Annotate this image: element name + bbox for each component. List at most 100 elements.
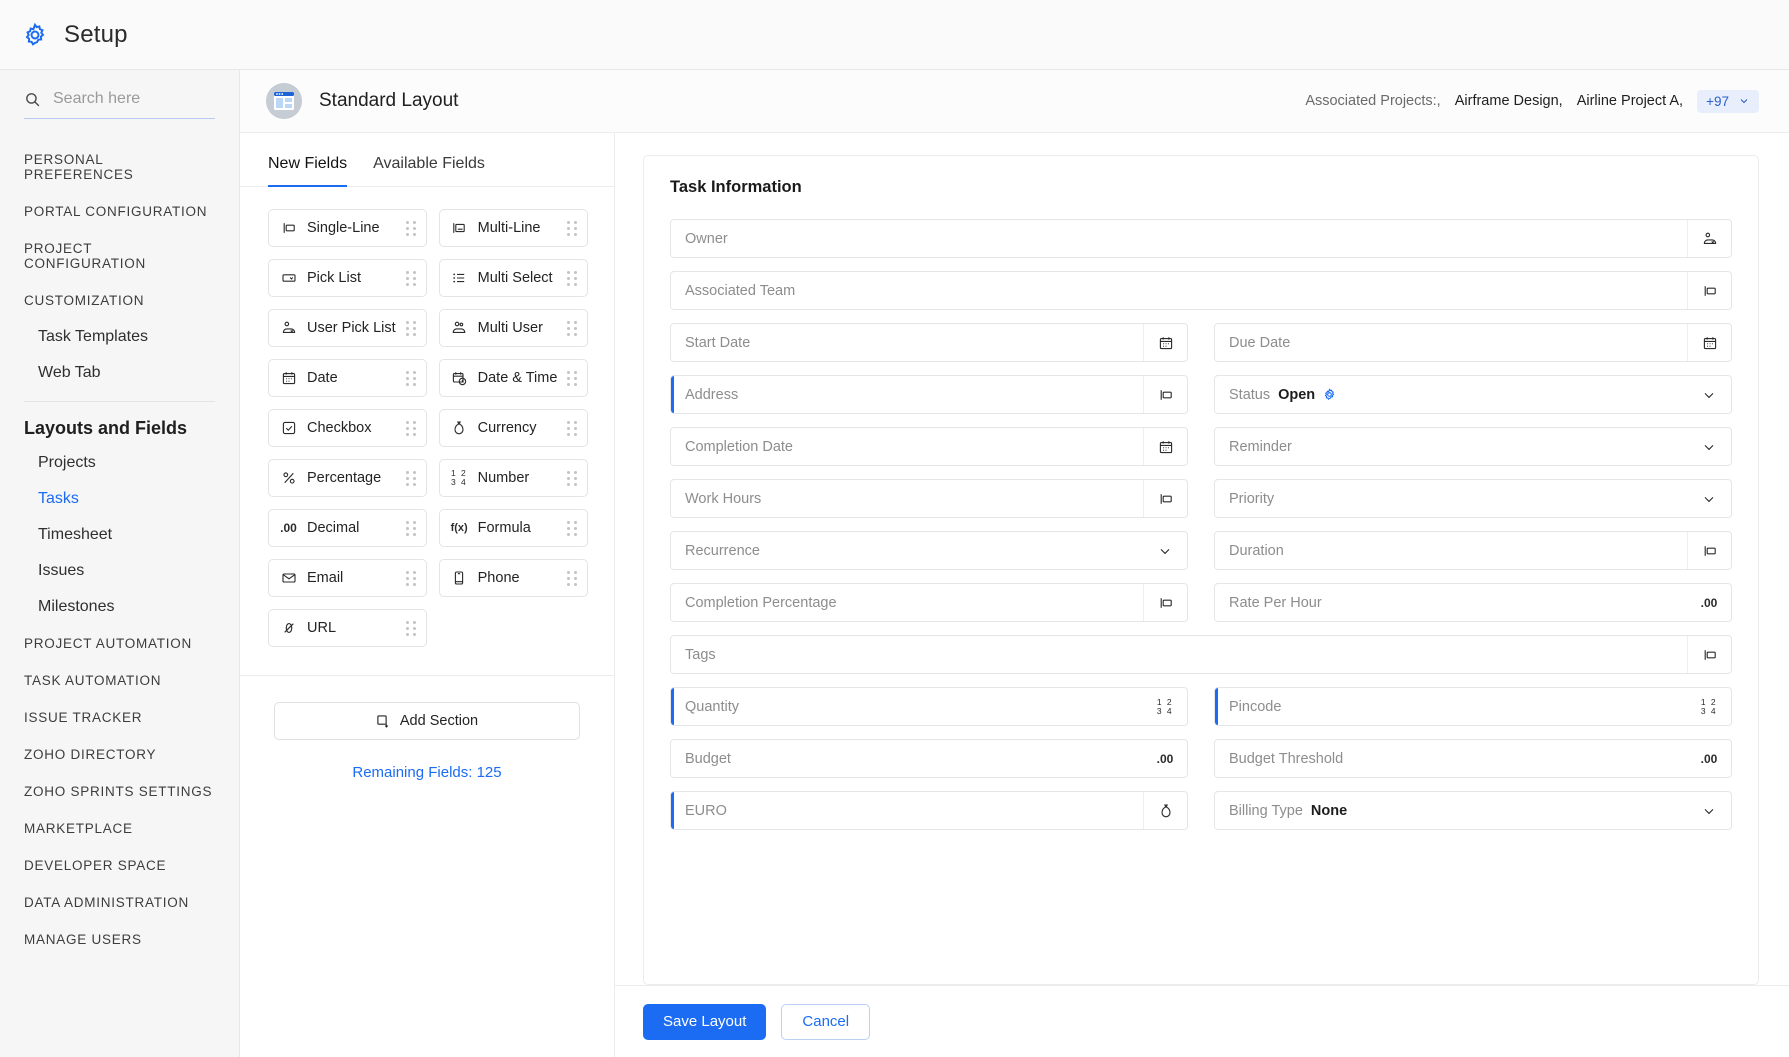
gear-icon[interactable] <box>1323 388 1336 401</box>
drag-handle-icon[interactable] <box>406 221 417 236</box>
associated-project-2[interactable]: Airline Project A, <box>1577 93 1683 109</box>
field-chip-decimal[interactable]: .00Decimal <box>268 509 427 547</box>
single-line-icon[interactable] <box>1687 272 1731 309</box>
form-field-completion-date[interactable]: Completion Date <box>670 427 1188 466</box>
chevron-down-icon[interactable] <box>1687 792 1731 829</box>
drag-handle-icon[interactable] <box>406 421 417 436</box>
sidebar-item-zoho-sprints-settings[interactable]: ZOHO SPRINTS SETTINGS <box>0 773 239 810</box>
drag-handle-icon[interactable] <box>567 221 578 236</box>
associated-project-1[interactable]: Airframe Design, <box>1455 93 1563 109</box>
form-field-euro[interactable]: EURO <box>670 791 1188 830</box>
single-line-icon[interactable] <box>1143 376 1187 413</box>
user-pick-list-icon[interactable] <box>1687 220 1731 257</box>
number-icon[interactable]: 1 23 4 <box>1143 688 1187 725</box>
field-chip-date[interactable]: Date <box>268 359 427 397</box>
drag-handle-icon[interactable] <box>406 471 417 486</box>
date-icon[interactable] <box>1143 428 1187 465</box>
field-chip-currency[interactable]: Currency <box>439 409 589 447</box>
sidebar-item-customization[interactable]: CUSTOMIZATION <box>0 282 239 319</box>
tab-new-fields[interactable]: New Fields <box>268 155 347 187</box>
single-line-icon[interactable] <box>1687 532 1731 569</box>
form-field-work-hours[interactable]: Work Hours <box>670 479 1188 518</box>
field-chip-date-time[interactable]: Date & Time <box>439 359 589 397</box>
sidebar-item-manage-users[interactable]: MANAGE USERS <box>0 921 239 958</box>
form-field-due-date[interactable]: Due Date <box>1214 323 1732 362</box>
decimal-icon[interactable]: .00 <box>1143 740 1187 777</box>
single-line-icon[interactable] <box>1687 636 1731 673</box>
sidebar-item-projects[interactable]: Projects <box>0 445 239 481</box>
field-chip-email[interactable]: Email <box>268 559 427 597</box>
drag-handle-icon[interactable] <box>406 521 417 536</box>
drag-handle-icon[interactable] <box>567 271 578 286</box>
search-input[interactable] <box>53 90 215 108</box>
field-chip-checkbox[interactable]: Checkbox <box>268 409 427 447</box>
date-icon[interactable] <box>1687 324 1731 361</box>
sidebar-item-developer-space[interactable]: DEVELOPER SPACE <box>0 847 239 884</box>
form-field-billing-type[interactable]: Billing TypeNone <box>1214 791 1732 830</box>
tab-available-fields[interactable]: Available Fields <box>373 155 485 187</box>
form-field-associated-team[interactable]: Associated Team <box>670 271 1732 310</box>
sidebar-item-data-administration[interactable]: DATA ADMINISTRATION <box>0 884 239 921</box>
sidebar-item-project-configuration[interactable]: PROJECT CONFIGURATION <box>0 230 239 282</box>
chevron-down-icon[interactable] <box>1143 532 1187 569</box>
field-chip-formula[interactable]: f(x)Formula <box>439 509 589 547</box>
drag-handle-icon[interactable] <box>406 371 417 386</box>
form-field-budget[interactable]: Budget.00 <box>670 739 1188 778</box>
form-field-pincode[interactable]: Pincode1 23 4 <box>1214 687 1732 726</box>
sidebar-item-tasks[interactable]: Tasks <box>0 481 239 517</box>
decimal-icon[interactable]: .00 <box>1687 740 1731 777</box>
drag-handle-icon[interactable] <box>406 321 417 336</box>
field-chip-percentage[interactable]: Percentage <box>268 459 427 497</box>
form-field-budget-threshold[interactable]: Budget Threshold.00 <box>1214 739 1732 778</box>
sidebar-item-project-automation[interactable]: PROJECT AUTOMATION <box>0 625 239 662</box>
sidebar-item-task-templates[interactable]: Task Templates <box>0 319 239 355</box>
form-field-completion-percentage[interactable]: Completion Percentage <box>670 583 1188 622</box>
search-box[interactable] <box>24 90 215 119</box>
form-field-address[interactable]: Address <box>670 375 1188 414</box>
date-icon[interactable] <box>1143 324 1187 361</box>
drag-handle-icon[interactable] <box>406 271 417 286</box>
field-chip-user-pick-list[interactable]: User Pick List <box>268 309 427 347</box>
form-field-duration[interactable]: Duration <box>1214 531 1732 570</box>
cancel-button[interactable]: Cancel <box>781 1004 870 1040</box>
sidebar-item-issue-tracker[interactable]: ISSUE TRACKER <box>0 699 239 736</box>
more-projects-badge[interactable]: +97 <box>1697 90 1759 113</box>
form-field-start-date[interactable]: Start Date <box>670 323 1188 362</box>
field-chip-pick-list[interactable]: Pick List <box>268 259 427 297</box>
form-field-owner[interactable]: Owner <box>670 219 1732 258</box>
sidebar-item-marketplace[interactable]: MARKETPLACE <box>0 810 239 847</box>
sidebar-item-issues[interactable]: Issues <box>0 553 239 589</box>
chevron-down-icon[interactable] <box>1687 480 1731 517</box>
form-field-status[interactable]: StatusOpen <box>1214 375 1732 414</box>
field-chip-single-line[interactable]: Single-Line <box>268 209 427 247</box>
add-section-button[interactable]: Add Section <box>274 702 580 740</box>
field-chip-multi-select[interactable]: Multi Select <box>439 259 589 297</box>
drag-handle-icon[interactable] <box>567 321 578 336</box>
decimal-icon[interactable]: .00 <box>1687 584 1731 621</box>
single-line-icon[interactable] <box>1143 584 1187 621</box>
form-field-recurrence[interactable]: Recurrence <box>670 531 1188 570</box>
remaining-fields-link[interactable]: Remaining Fields: 125 <box>274 764 580 781</box>
chevron-down-icon[interactable] <box>1687 428 1731 465</box>
drag-handle-icon[interactable] <box>406 621 417 636</box>
form-field-rate-per-hour[interactable]: Rate Per Hour.00 <box>1214 583 1732 622</box>
form-field-quantity[interactable]: Quantity1 23 4 <box>670 687 1188 726</box>
drag-handle-icon[interactable] <box>567 571 578 586</box>
form-field-tags[interactable]: Tags <box>670 635 1732 674</box>
sidebar-item-task-automation[interactable]: TASK AUTOMATION <box>0 662 239 699</box>
chevron-down-icon[interactable] <box>1687 376 1731 413</box>
sidebar-item-web-tab[interactable]: Web Tab <box>0 355 239 391</box>
single-line-icon[interactable] <box>1143 480 1187 517</box>
field-chip-url[interactable]: URL <box>268 609 427 647</box>
sidebar-item-portal-configuration[interactable]: PORTAL CONFIGURATION <box>0 193 239 230</box>
form-field-priority[interactable]: Priority <box>1214 479 1732 518</box>
save-layout-button[interactable]: Save Layout <box>643 1004 766 1040</box>
drag-handle-icon[interactable] <box>567 521 578 536</box>
currency-icon[interactable] <box>1143 792 1187 829</box>
drag-handle-icon[interactable] <box>567 421 578 436</box>
sidebar-item-personal-preferences[interactable]: PERSONAL PREFERENCES <box>0 141 239 193</box>
drag-handle-icon[interactable] <box>567 471 578 486</box>
number-icon[interactable]: 1 23 4 <box>1687 688 1731 725</box>
field-chip-number[interactable]: 1 23 4Number <box>439 459 589 497</box>
field-chip-multi-user[interactable]: Multi User <box>439 309 589 347</box>
